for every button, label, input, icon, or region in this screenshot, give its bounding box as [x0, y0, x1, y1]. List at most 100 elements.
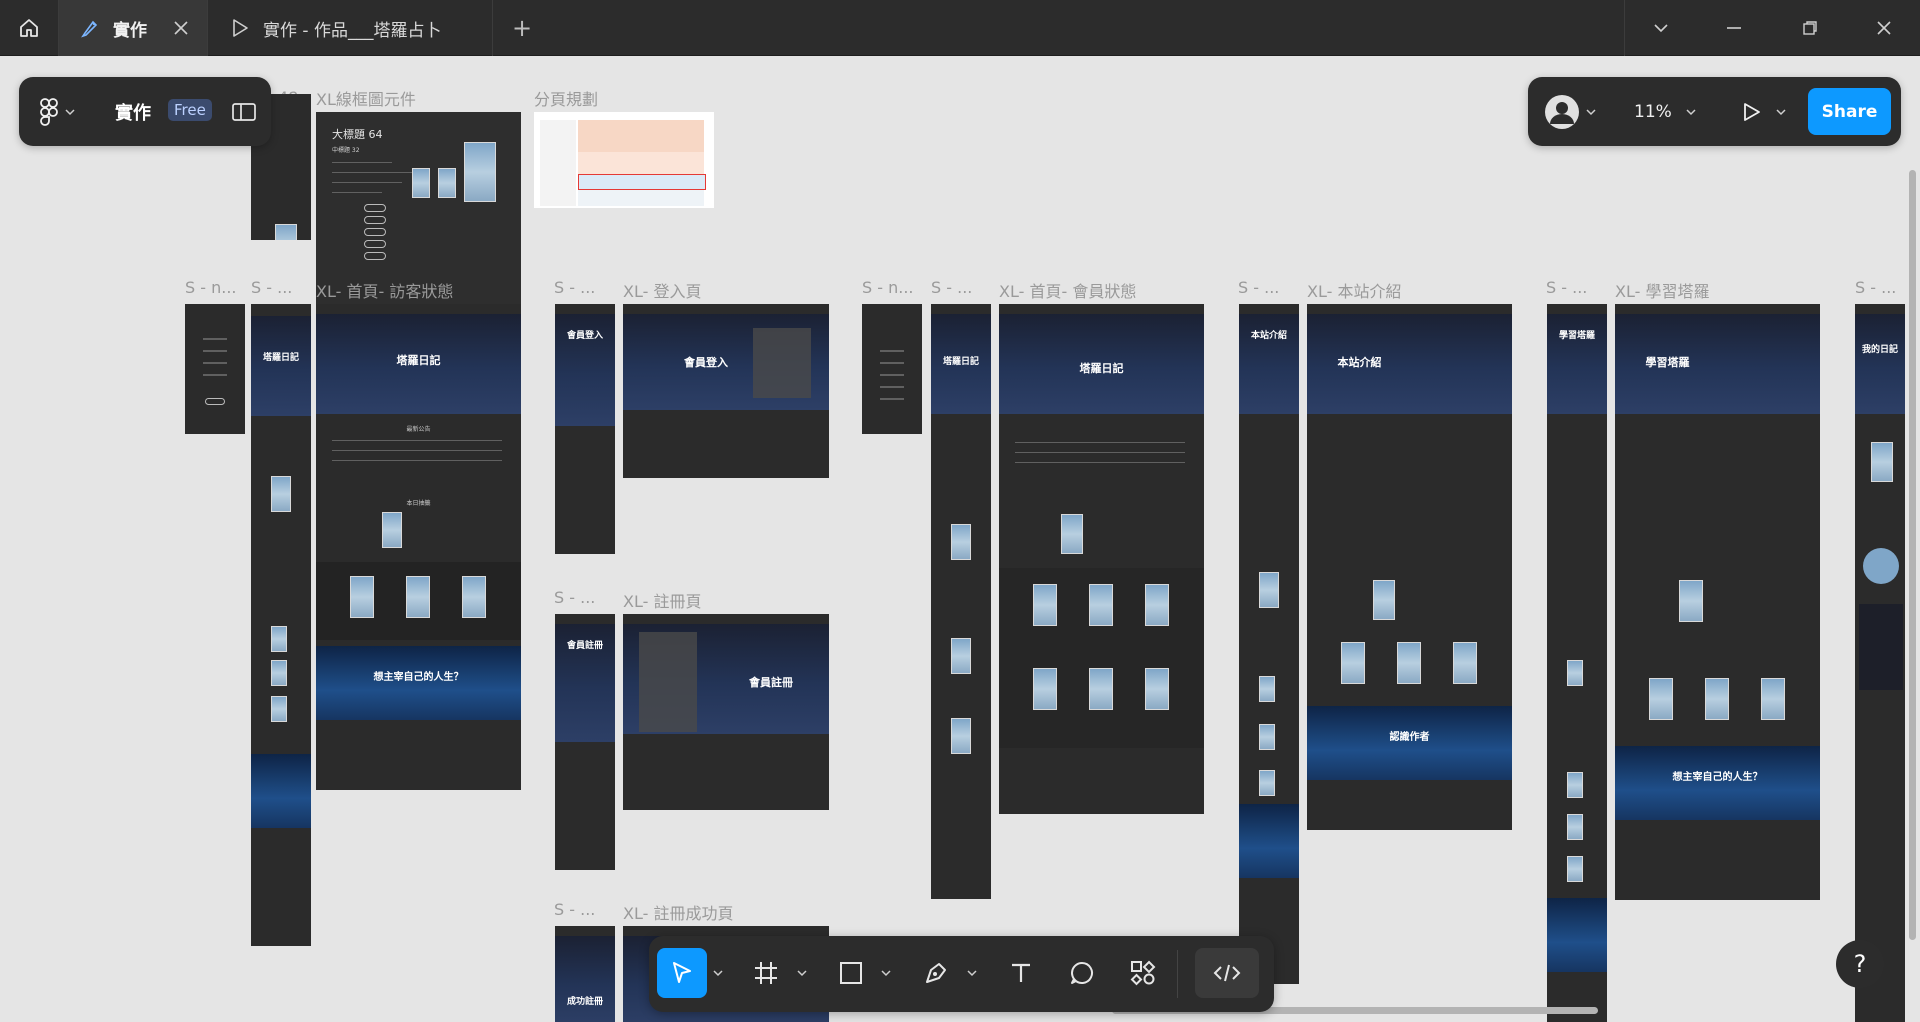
tarot-card-image — [951, 718, 971, 754]
shape-tool-button[interactable] — [826, 948, 876, 998]
frame-label[interactable]: S - ... — [1238, 278, 1279, 297]
frame-s-nav[interactable] — [185, 304, 245, 434]
tab-design-file[interactable]: 實作 — [59, 0, 208, 56]
minimize-button[interactable] — [1696, 0, 1772, 56]
frame-s-nav-2[interactable] — [862, 304, 922, 434]
hero-banner: 本站介紹 — [1307, 314, 1512, 414]
frame-label[interactable]: S - n... — [862, 278, 914, 297]
design-canvas[interactable]: 48 XL線框圖元件 大標題 64 中標題 32 分頁規劃 S - n... S… — [0, 56, 1920, 1022]
frame-label[interactable]: XL- 學習塔羅 — [1615, 278, 1709, 302]
frame-xl-home-member[interactable]: 塔羅日記 — [999, 304, 1204, 814]
resources-tool-button[interactable] — [1118, 948, 1168, 998]
tarot-card-image — [1453, 642, 1477, 684]
chevron-down-icon — [713, 970, 723, 977]
window-menu-button[interactable] — [1624, 0, 1697, 56]
figma-design-icon — [81, 20, 98, 38]
tarot-card-image — [1033, 584, 1057, 626]
tab-label: 實作 — [113, 20, 147, 41]
cta-banner — [251, 754, 311, 828]
move-tool-button[interactable] — [657, 948, 707, 998]
comment-tool-button[interactable] — [1057, 948, 1107, 998]
frame-s-register[interactable]: 會員註冊 — [555, 614, 615, 870]
frame-s-login[interactable]: 會員登入 — [555, 304, 615, 554]
frame-label[interactable]: XL- 首頁- 會員狀態 — [999, 278, 1136, 302]
frame-label[interactable]: XL- 本站介紹 — [1307, 278, 1401, 302]
zoom-control[interactable]: 11% — [1620, 95, 1700, 129]
hero-title: 塔羅日記 — [1079, 362, 1124, 375]
daily-heading: 本日抽籤 — [406, 500, 431, 507]
frame-label[interactable]: S - n... — [185, 278, 237, 297]
tab-prototype[interactable]: 實作 - 作品___塔羅占卜 — [209, 0, 493, 56]
share-button[interactable]: Share — [1808, 88, 1891, 135]
frame-label[interactable]: XL線框圖元件 — [316, 86, 416, 110]
frame-label[interactable]: XL- 註冊成功頁 — [623, 900, 733, 924]
hero-banner: 塔羅日記 — [316, 314, 521, 414]
new-tab-button[interactable]: + — [494, 0, 550, 56]
frame-s-home-member[interactable]: 塔羅日記 — [931, 304, 991, 899]
pen-tool-button[interactable] — [911, 948, 961, 998]
frame-s-register-success[interactable]: 成功註冊 — [555, 926, 615, 1022]
tarot-card-image — [271, 660, 287, 686]
frame-s-learn[interactable]: 學習塔羅 — [1547, 304, 1607, 1022]
hero-title: 塔羅日記 — [262, 353, 299, 363]
help-button[interactable]: ? — [1836, 940, 1884, 988]
frame-label[interactable]: XL- 註冊頁 — [623, 588, 701, 612]
chevron-down-icon — [65, 109, 75, 116]
frame-label[interactable]: S - ... — [1855, 278, 1896, 297]
restore-button[interactable] — [1772, 0, 1848, 56]
frame-s-home-guest[interactable]: 塔羅日記 — [251, 304, 311, 946]
play-icon — [1744, 103, 1760, 121]
sidebar-icon — [232, 103, 256, 121]
frame-label[interactable]: XL- 首頁- 訪客狀態 — [316, 278, 453, 302]
frame-xl-register[interactable]: 會員註冊 — [623, 614, 829, 810]
frame-label[interactable]: S - ... — [931, 278, 972, 297]
cta-banner: 想主宰自己的人生？ — [316, 646, 521, 720]
sitemap-axis — [540, 120, 576, 206]
login-title: 會員登入 — [566, 331, 603, 341]
frame-s-about[interactable]: 本站介紹 — [1239, 304, 1299, 984]
close-icon — [1877, 21, 1891, 35]
tarot-card-image — [1567, 814, 1583, 840]
frame-label[interactable]: S - ... — [554, 278, 595, 297]
frame-label[interactable]: S - ... — [251, 278, 292, 297]
frame-xl-home-guest[interactable]: 塔羅日記 最新公告 本日抽籤 想主宰自己的人生？ — [316, 304, 521, 790]
home-button[interactable] — [0, 0, 59, 56]
frame-s-diary[interactable]: 我的日記 — [1855, 304, 1905, 1022]
minimize-icon — [1727, 27, 1741, 29]
frame-label[interactable]: S - ... — [554, 588, 595, 607]
frame-xl-about[interactable]: 本站介紹 認識作者 — [1307, 304, 1512, 830]
toggle-sidebar-button[interactable] — [231, 99, 257, 125]
cursor-icon — [673, 962, 691, 983]
frame-tool-menu[interactable] — [795, 966, 809, 980]
frame-label[interactable]: 分頁規劃 — [534, 86, 598, 110]
close-window-button[interactable] — [1848, 0, 1920, 56]
hero-banner: 本站介紹 — [1239, 314, 1299, 414]
tarot-card-image — [271, 696, 287, 722]
avatar-button[interactable] — [1544, 93, 1604, 131]
move-tool-menu[interactable] — [711, 966, 725, 980]
dev-mode-toggle[interactable] — [1195, 948, 1259, 998]
file-name[interactable]: 實作 — [115, 99, 151, 125]
frame-label[interactable]: XL- 登入頁 — [623, 278, 701, 302]
present-button[interactable] — [1740, 95, 1796, 129]
frame-xl-learn[interactable]: 學習塔羅 想主宰自己的人生？ — [1615, 304, 1820, 900]
shape-tool-menu[interactable] — [879, 966, 893, 980]
close-icon[interactable] — [173, 20, 189, 36]
pen-tool-menu[interactable] — [965, 966, 979, 980]
register-title: 會員註冊 — [749, 676, 793, 689]
cta-banner — [1547, 898, 1607, 972]
main-menu-button[interactable] — [39, 97, 81, 127]
learn-title: 學習塔羅 — [1558, 331, 1595, 341]
vertical-scrollbar[interactable] — [1909, 170, 1916, 940]
text-tool-button[interactable] — [996, 948, 1046, 998]
moon-image — [1863, 548, 1899, 584]
chevron-down-icon — [797, 970, 807, 977]
plan-badge[interactable]: Free — [168, 99, 212, 121]
frame-tool-button[interactable] — [741, 948, 791, 998]
frame-label[interactable]: S - ... — [1546, 278, 1587, 297]
frame-label[interactable]: S - ... — [554, 900, 595, 919]
tarot-card-image — [1259, 770, 1275, 796]
tarot-card-image — [464, 142, 496, 202]
frame-xl-login[interactable]: 會員登入 — [623, 304, 829, 478]
frame-pagination[interactable] — [534, 112, 714, 208]
